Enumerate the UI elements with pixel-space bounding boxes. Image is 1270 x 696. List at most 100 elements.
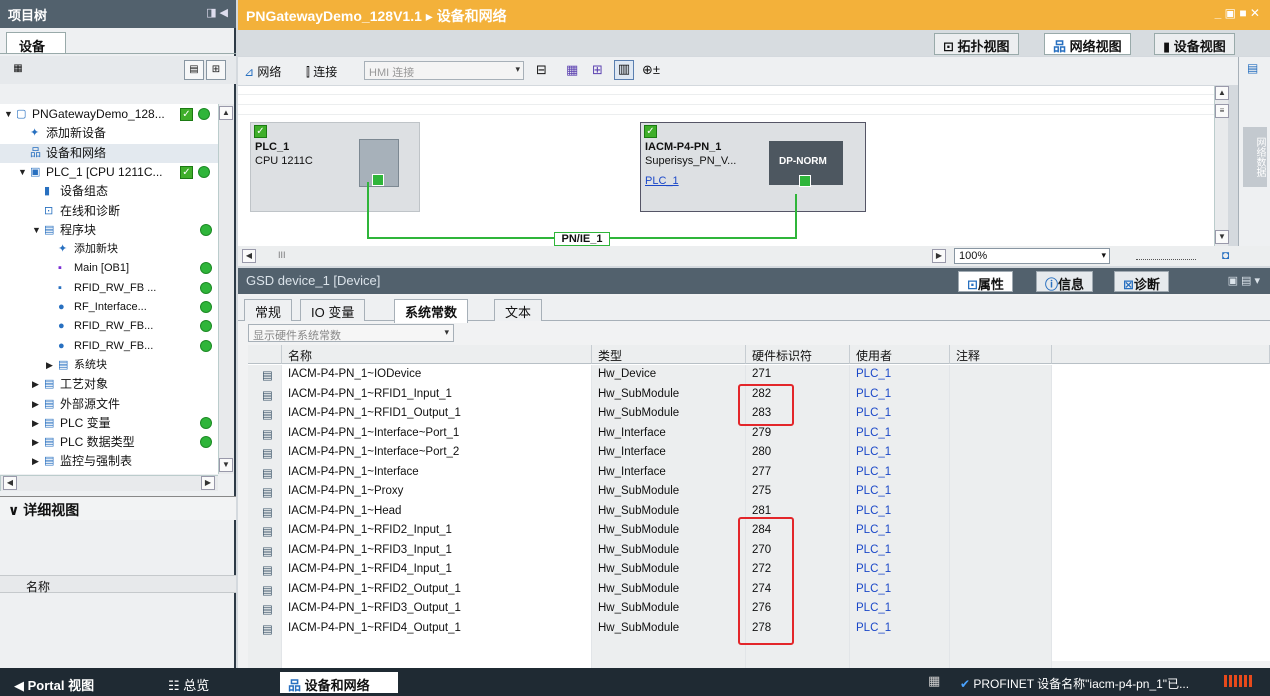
canvas-scroll-down-icon[interactable]: ▼ [1215,230,1229,244]
tree-properties-icon[interactable]: ▦ [8,60,28,80]
scroll-up-icon[interactable]: ▲ [219,106,233,120]
col-name-header[interactable]: 名称 [282,345,592,364]
panel-collapse-icon[interactable]: ◨ ◀ [206,6,228,19]
network-data-side-tab[interactable]: 网络数据 [1243,127,1267,187]
col-user-header[interactable]: 使用者 [850,345,950,364]
cell-name[interactable]: IACM-P4-PN_1~RFID3_Output_1 [282,599,592,619]
cell-comment[interactable] [950,501,1052,521]
tree-item[interactable]: ✦ 添加新块 [0,240,218,259]
col-type-header[interactable]: 类型 [592,345,746,364]
cell-comment[interactable] [950,443,1052,463]
col-comment-header[interactable]: 注释 [950,345,1052,364]
canvas-vertical-scrollbar[interactable]: ▲ ≡ ▼ [1214,86,1229,246]
cell-comment[interactable] [950,462,1052,482]
subtab-io-tags[interactable]: IO 变量 [300,299,366,321]
subtab-system-constants[interactable]: 系统常数 [394,299,469,323]
tree-item[interactable]: ▶ ▤ PLC 数据类型 [0,433,218,452]
expand-right-icon[interactable]: ▶ [32,395,39,414]
overview-toggle-icon[interactable]: ▤ [1247,61,1258,75]
tree-item[interactable]: ● RF_Interface... [0,298,218,317]
table-row[interactable]: ▤ IACM-P4-PN_1~IODevice Hw_Device 271 PLC_1 [248,365,1270,385]
cell-comment[interactable] [950,618,1052,638]
tree-item[interactable]: ▼ ▤ 程序块 [0,221,218,240]
detail-column-name[interactable]: 名称 [0,575,236,594]
scroll-right-icon[interactable]: ▶ [201,476,215,490]
expand-down-icon[interactable]: ▼ [4,105,13,124]
subtab-general[interactable]: 常规 [244,299,293,321]
cell-comment[interactable] [950,540,1052,560]
tab-devices[interactable]: 设备 [6,32,66,54]
scroll-down-icon[interactable]: ▼ [219,458,233,472]
tree-item[interactable]: ▶ ▤ 监控与强制表 [0,452,218,471]
tree-item[interactable]: ▼ ▢ PNGatewayDemo_128... ✓ [0,105,218,124]
table-row[interactable]: ▤ IACM-P4-PN_1~Interface~Port_1 Hw_Interfa… [248,423,1270,443]
cell-name[interactable]: IACM-P4-PN_1~Interface~Port_2 [282,443,592,463]
cell-name[interactable]: IACM-P4-PN_1~Interface [282,462,592,482]
tree-item[interactable]: ✦ 添加新设备 [0,124,218,143]
tree-item[interactable]: ▼ ▣ PLC_1 [CPU 1211C... ✓ [0,163,218,182]
tree-item[interactable]: ▶ ▤ PLC 变量 [0,414,218,433]
tree-item[interactable]: ▶ ▤ 工艺对象 [0,375,218,394]
cell-comment[interactable] [950,560,1052,580]
expand-right-icon[interactable]: ▶ [32,433,39,452]
cell-name[interactable]: IACM-P4-PN_1~IODevice [282,365,592,385]
detail-collapse-icon[interactable]: ∨ [8,502,23,518]
tab-network-view[interactable]: 品 网络视图 [1044,33,1131,55]
tree-vertical-scrollbar[interactable]: ▲ ▼ [218,104,234,474]
connection-type-select[interactable]: HMI 连接 ▾ [364,61,524,80]
expand-right-icon[interactable]: ▶ [32,452,39,471]
cell-name[interactable]: IACM-P4-PN_1~RFID2_Input_1 [282,521,592,541]
network-overview-icon[interactable]: ▦ [566,62,578,78]
tree-item[interactable]: ▶ ▤ 外部源文件 [0,395,218,414]
zoom-icon[interactable]: ⊕± [642,62,660,78]
detail-view-header[interactable]: ∨ 详细视图 [0,496,236,520]
tab-diagnostics[interactable]: ⊠诊断 [1114,271,1169,292]
tab-topology-view[interactable]: ⊡ 拓扑视图 [934,33,1019,55]
tree-view-icon[interactable]: ▤ [184,60,204,80]
tree-item[interactable]: ● RFID_RW_FB... [0,317,218,336]
zoom-slider[interactable] [1136,250,1196,260]
subnet-label[interactable]: PN/IE_1 [554,232,610,246]
tree-item[interactable]: ▮ 设备组态 [0,182,218,201]
cell-comment[interactable] [950,384,1052,404]
cell-comment[interactable] [950,521,1052,541]
zoom-select[interactable]: 100% ▾ [954,248,1110,264]
cell-comment[interactable] [950,423,1052,443]
cell-name[interactable]: IACM-P4-PN_1~RFID4_Input_1 [282,560,592,580]
canvas-scroll-up-icon[interactable]: ▲ [1215,86,1229,100]
canvas-scroll-left-icon[interactable]: ◀ [242,249,256,263]
table-row[interactable]: ▤ IACM-P4-PN_1~Interface~Port_2 Hw_Interfa… [248,443,1270,463]
expand-right-icon[interactable]: ▶ [32,414,39,433]
tree-item[interactable]: 品设备和网络 [0,143,218,163]
cell-name[interactable]: IACM-P4-PN_1~RFID1_Output_1 [282,404,592,424]
canvas-list-icon[interactable]: ≡ [1215,104,1229,118]
connect-mode-button[interactable]: ⫿ 连接 [306,63,337,80]
expand-down-icon[interactable]: ▼ [18,163,27,182]
constants-filter-select[interactable]: 显示硬件系统常数 ▾ [248,324,454,342]
cell-comment[interactable] [950,365,1052,385]
cell-name[interactable]: IACM-P4-PN_1~RFID3_Input_1 [282,540,592,560]
tab-device-view[interactable]: ▮ 设备视图 [1154,33,1235,55]
network-canvas[interactable]: ✓ PLC_1 CPU 1211C ✓ IACM-P4-PN_1 Superis… [238,86,1228,246]
cell-comment[interactable] [950,579,1052,599]
overview-button[interactable]: ☷ 总览 [160,672,217,693]
table-row[interactable]: ▤ IACM-P4-PN_1~Proxy Hw_SubModule 275 PLC_1 [248,482,1270,502]
tree-item[interactable]: ⊡ 在线和诊断 [0,202,218,221]
page-break-icon[interactable]: ▥ [614,60,634,80]
expand-down-icon[interactable]: ▼ [32,221,41,240]
portal-view-button[interactable]: ◀ Portal 视图 [6,672,102,693]
tree-item[interactable]: ▪ RFID_RW_FB ... [0,279,218,298]
fit-view-icon[interactable]: ◘ [1222,248,1229,262]
scroll-left-icon[interactable]: ◀ [3,476,17,490]
current-editor-button[interactable]: 品 设备和网络 [280,672,398,693]
cell-name[interactable]: IACM-P4-PN_1~Head [282,501,592,521]
cell-name[interactable]: IACM-P4-PN_1~RFID1_Input_1 [282,384,592,404]
col-hwid-header[interactable]: 硬件标识符 [746,345,850,364]
expand-right-icon[interactable]: ▶ [32,375,39,394]
cell-comment[interactable] [950,404,1052,424]
address-icon[interactable]: ⊟ [536,62,547,78]
cell-name[interactable]: IACM-P4-PN_1~Proxy [282,482,592,502]
scroll-thumb[interactable]: III [278,250,286,260]
tree-item[interactable]: ▶ ▤ 系统块 [0,356,218,375]
cell-comment[interactable] [950,599,1052,619]
